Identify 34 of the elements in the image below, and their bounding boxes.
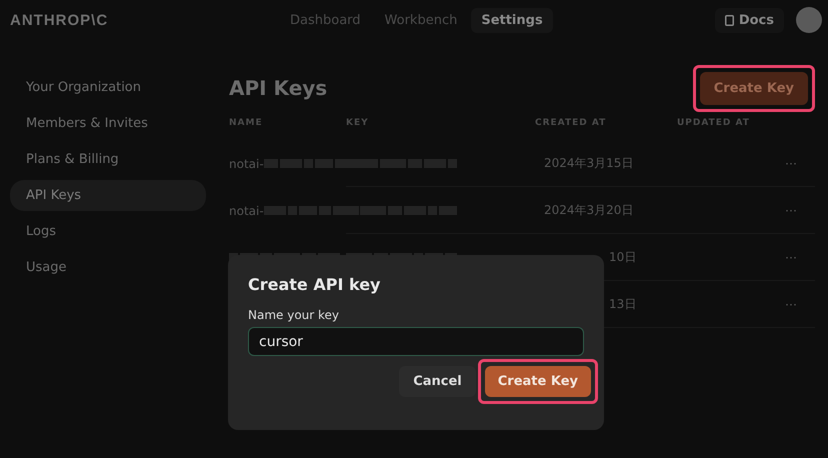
key-name: notai- xyxy=(229,204,264,218)
column-header: CREATED AT xyxy=(535,118,606,128)
column-header: NAME xyxy=(229,118,263,128)
more-menu[interactable]: ··· xyxy=(785,203,797,217)
docs-button[interactable]: Docs xyxy=(714,8,784,32)
avatar[interactable] xyxy=(796,7,822,33)
dialog-title: Create API key xyxy=(248,275,382,294)
cancel-button[interactable]: Cancel xyxy=(399,366,476,397)
more-menu[interactable]: ··· xyxy=(785,297,797,311)
book-icon xyxy=(724,14,734,26)
created-date: 2024年3月20日 xyxy=(544,202,634,218)
created-date: 10日 xyxy=(609,248,636,266)
sidebar-item[interactable]: API Keys xyxy=(10,180,206,211)
sidebar-item[interactable]: Members & Invites xyxy=(10,108,206,139)
page-title: API Keys xyxy=(229,76,328,100)
column-header: KEY xyxy=(346,118,369,128)
sidebar-item[interactable]: Your Organization xyxy=(10,72,206,103)
nav-tab[interactable]: Settings xyxy=(471,8,553,32)
created-date: 2024年3月15日 xyxy=(544,154,634,172)
create-key-button[interactable]: Create Key xyxy=(484,366,591,397)
create-key-button[interactable]: Create Key xyxy=(700,72,808,104)
more-menu[interactable]: ··· xyxy=(785,156,797,170)
nav-tab[interactable]: Dashboard xyxy=(280,8,371,32)
sidebar-item[interactable]: Logs xyxy=(10,216,206,247)
logo: ANTHROP\C xyxy=(10,12,110,28)
name-input-field[interactable]: cursor xyxy=(248,327,584,356)
created-date: 13日 xyxy=(609,296,636,312)
nav-tab[interactable]: Workbench xyxy=(374,8,468,32)
more-menu[interactable]: ··· xyxy=(785,250,797,264)
field-label: Name your key xyxy=(248,308,340,322)
sidebar-item[interactable]: Usage xyxy=(10,252,206,283)
key-name: notai- xyxy=(229,156,264,170)
sidebar-item[interactable]: Plans & Billing xyxy=(10,144,206,175)
column-header: UPDATED AT xyxy=(677,118,750,128)
